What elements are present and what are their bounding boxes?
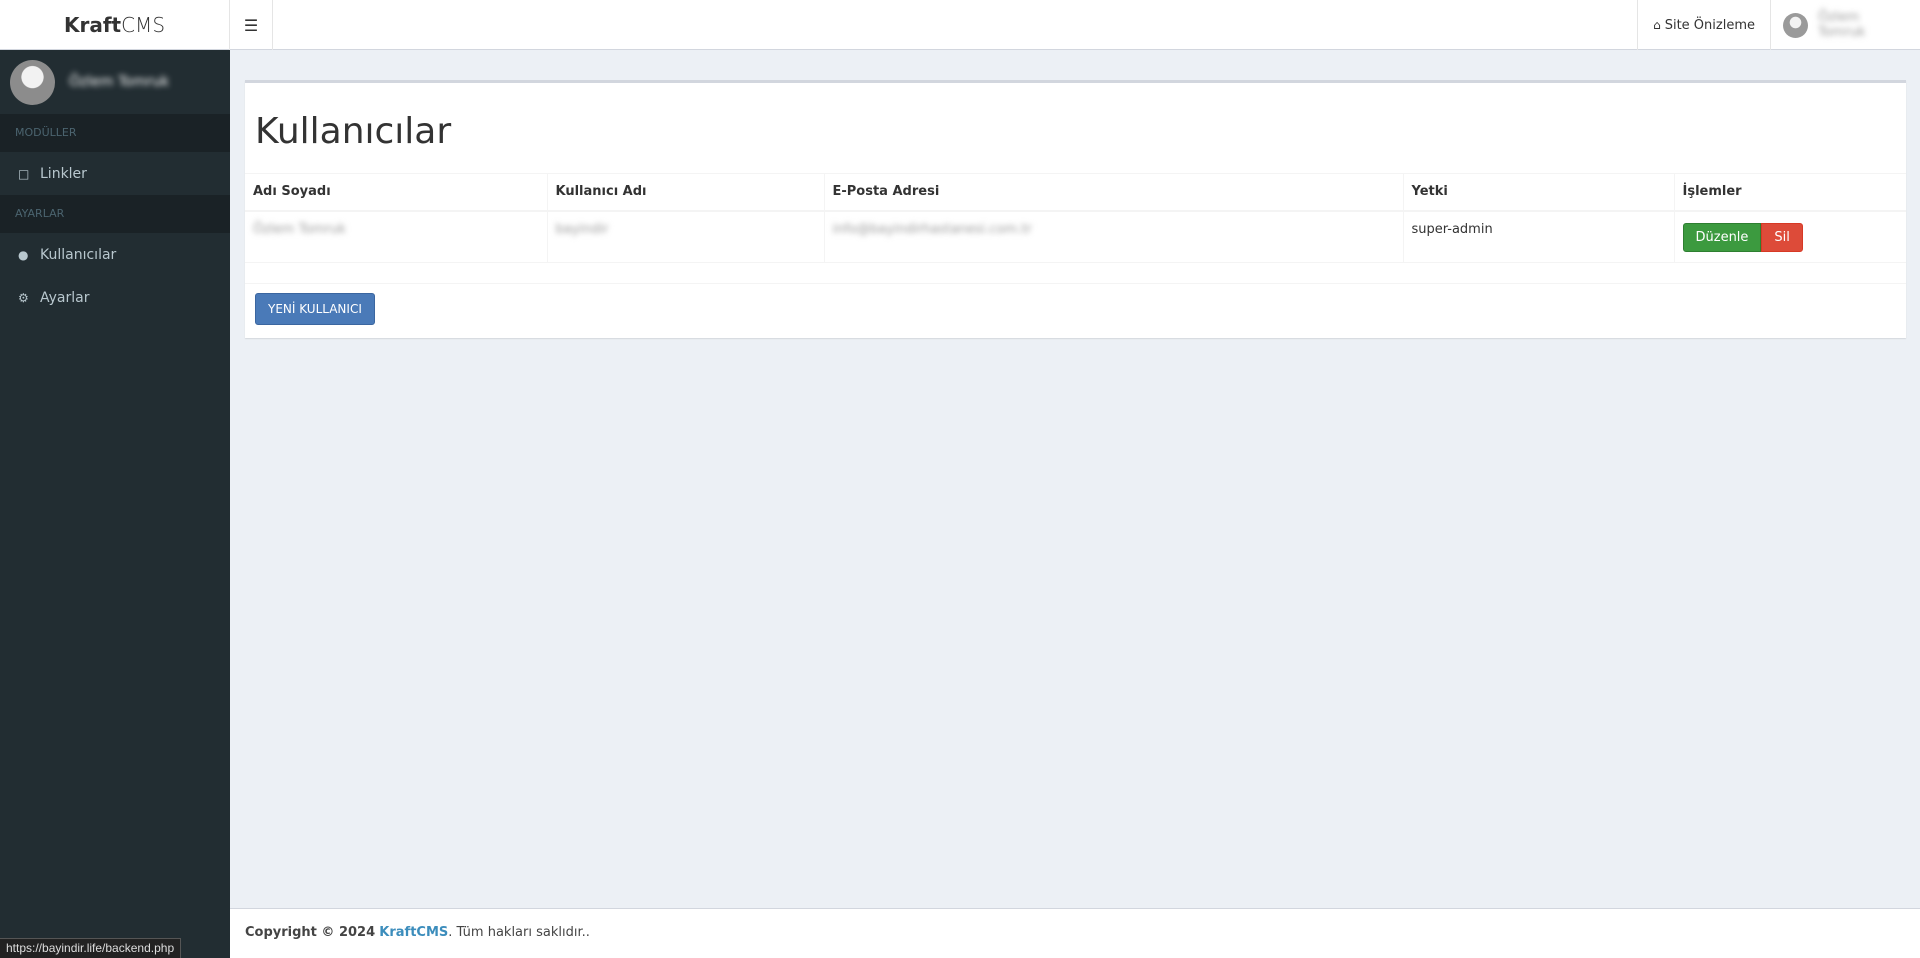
users-table: Adı Soyadı Kullanıcı Adı E-Posta Adresi … (245, 173, 1906, 263)
sidebar-item-label: Ayarlar (40, 289, 90, 306)
box-footer: YENİ KULLANICI (245, 283, 1906, 338)
page-footer: Copyright © 2024 KraftCMS. Tüm hakları s… (230, 908, 1920, 958)
avatar (10, 59, 55, 105)
cell-name: Özlem Tomruk (245, 210, 547, 263)
logo[interactable]: Kraft CMS (0, 0, 230, 50)
users-box: Kullanıcılar Adı Soyadı Kullanıcı Adı E-… (245, 80, 1906, 338)
table-row: Özlem Tomruk bayindir info@bayindirhasta… (245, 210, 1906, 263)
column-header-actions: İşlemler (1673, 173, 1906, 212)
user-panel: Özlem Tomruk (0, 50, 230, 114)
cell-email: info@bayindirhastanesi.com.tr (823, 210, 1403, 263)
rights-text: . Tüm hakları saklıdır.. (448, 925, 590, 940)
user-icon: ● (18, 247, 29, 262)
user-name: Özlem Tomruk (1818, 10, 1866, 40)
column-header-username: Kullanıcı Adı (546, 173, 824, 212)
cell-actions: Düzenle Sil (1673, 210, 1906, 263)
actions-group: Düzenle Sil (1682, 222, 1803, 252)
cell-role: super-admin (1402, 210, 1674, 263)
logo-bold: Kraft (63, 13, 122, 37)
delete-button[interactable]: Sil (1761, 222, 1803, 252)
hamburger-menu-icon: ☰ (243, 15, 259, 35)
cell-username: bayindir (546, 210, 824, 263)
sidebar-user-name: Özlem Tomruk (69, 74, 170, 90)
sidebar-item-label: Kullanıcılar (40, 246, 117, 263)
column-header-role: Yetki (1402, 173, 1674, 212)
gear-icon: ⚙ (18, 290, 29, 305)
content-area: Kullanıcılar Adı Soyadı Kullanıcı Adı E-… (230, 50, 1920, 908)
column-header-email: E-Posta Adresi (823, 173, 1403, 212)
edit-button[interactable]: Düzenle (1682, 222, 1762, 252)
new-user-button[interactable]: YENİ KULLANICI (255, 293, 375, 325)
sidebar-item-settings[interactable]: ⚙ Ayarlar (0, 276, 230, 319)
top-header: Kraft CMS ☰ ⌂ Site Önizleme Özlem Tomruk (0, 0, 1920, 50)
site-preview-link[interactable]: ⌂ Site Önizleme (1637, 0, 1770, 50)
menu-header-settings: AYARLAR (0, 195, 230, 233)
avatar (1783, 12, 1808, 38)
sidebar: Özlem Tomruk MODÜLLER □ Linkler AYARLAR … (0, 50, 230, 958)
status-bar-url: https://bayindir.life/backend.php (0, 938, 182, 958)
site-preview-label: Site Önizleme (1664, 17, 1755, 33)
menu-header-modules: MODÜLLER (0, 114, 230, 152)
footer-brand-link[interactable]: KraftCMS (379, 925, 448, 940)
sidebar-item-links[interactable]: □ Linkler (0, 152, 230, 195)
sidebar-toggle-button[interactable]: ☰ (230, 0, 273, 50)
note-icon: □ (18, 166, 30, 181)
sidebar-item-users[interactable]: ● Kullanıcılar (0, 233, 230, 276)
logo-light: CMS (121, 13, 166, 37)
copyright-text: Copyright © 2024 (245, 925, 376, 940)
sidebar-item-label: Linkler (40, 165, 87, 182)
column-header-name: Adı Soyadı (245, 173, 547, 212)
page-title: Kullanıcılar (255, 111, 452, 152)
table-header-row: Adı Soyadı Kullanıcı Adı E-Posta Adresi … (245, 173, 1906, 212)
home-icon: ⌂ (1653, 18, 1661, 32)
user-menu[interactable]: Özlem Tomruk (1770, 0, 1920, 50)
header-nav: ⌂ Site Önizleme Özlem Tomruk (1637, 0, 1920, 50)
